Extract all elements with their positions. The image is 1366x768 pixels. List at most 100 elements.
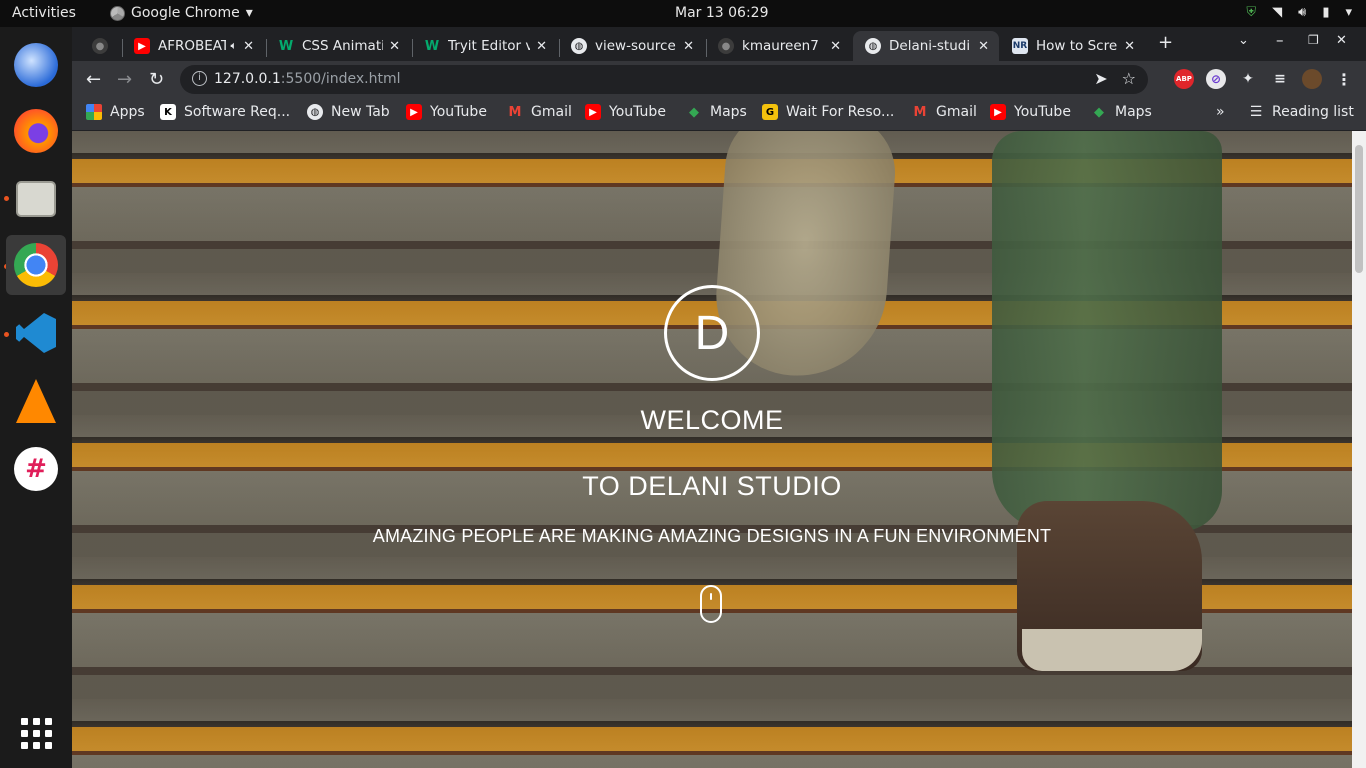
activities-button[interactable]: Activities (12, 5, 76, 21)
tab-github-pinned[interactable]: ● (80, 31, 122, 61)
bookmark-label: Gmail (936, 104, 977, 120)
system-tray[interactable]: ⛨ ◥ 🔊︎ ▮ ▾ (1246, 5, 1352, 20)
tab-label: CSS Animati (302, 38, 384, 54)
close-icon[interactable]: ✕ (243, 39, 254, 54)
address-bar[interactable]: i 127.0.0.1:5500/index.html ➤ ☆ (180, 65, 1148, 94)
dock-vscode[interactable] (6, 303, 66, 363)
bookmark-label: Maps (710, 104, 747, 120)
bookmark-gmail[interactable]: M Gmail (912, 104, 977, 120)
url-host: 127.0.0.1 (214, 71, 281, 87)
scrollbar-thumb[interactable] (1355, 145, 1363, 273)
globe-icon: ◍ (865, 38, 881, 54)
bookmark-apps[interactable]: Apps (86, 104, 145, 120)
dock: # (0, 27, 72, 768)
close-icon[interactable]: ✕ (536, 39, 547, 54)
shield-icon[interactable]: ⛨ (1246, 5, 1256, 20)
close-icon[interactable]: ✕ (1124, 39, 1135, 54)
wifi-icon[interactable]: ◥ (1272, 5, 1282, 20)
youtube-icon: ▶ (585, 104, 601, 120)
profile-avatar[interactable] (1302, 69, 1322, 89)
media-control-icon[interactable]: ≡ (1270, 69, 1290, 89)
tab-tryit-editor[interactable]: W Tryit Editor v ✕ (412, 31, 557, 61)
hero-welcome-heading: WELCOME (640, 405, 784, 435)
dock-firefox[interactable] (6, 101, 66, 161)
url-text[interactable]: 127.0.0.1:5500/index.html (214, 71, 401, 87)
battery-icon[interactable]: ▮ (1322, 5, 1329, 20)
dock-files[interactable] (6, 169, 66, 229)
maps-pin-icon: ◆ (1094, 104, 1104, 120)
tab-strip: ● ▶ AFROBEAT 🔈︎ ✕ W CSS Animati ✕ W Tryi… (72, 27, 1366, 61)
url-path: :5500/index.html (280, 71, 401, 87)
reading-list-button[interactable]: ☰ Reading list (1248, 104, 1354, 120)
reload-button[interactable]: ↻ (149, 69, 164, 90)
dock-vlc[interactable] (6, 371, 66, 431)
chevron-down-icon: ▾ (245, 5, 253, 21)
close-window-button[interactable]: ✕ (1336, 33, 1347, 48)
globe-icon: ◍ (571, 38, 587, 54)
minimize-button[interactable]: – (1276, 31, 1284, 49)
tab-how-to-screenshot[interactable]: NR How to Scre ✕ (1000, 31, 1145, 61)
bookmark-youtube[interactable]: ▶ YouTube (990, 104, 1071, 120)
chevron-down-icon[interactable]: ▾ (1345, 5, 1352, 20)
adblock-plus-icon[interactable]: ABP (1174, 69, 1194, 89)
bookmark-maps[interactable]: ◆ Maps (686, 104, 747, 120)
github-icon: ● (92, 38, 108, 54)
tab-afrobeat[interactable]: ▶ AFROBEAT 🔈︎ ✕ (122, 31, 264, 61)
extensions-puzzle-icon[interactable]: ✦ (1238, 69, 1258, 89)
menu-kebab-icon[interactable]: ⋮ (1334, 69, 1354, 89)
clock[interactable]: Mar 13 06:29 (675, 5, 768, 21)
bookmark-maps[interactable]: ◆ Maps (1091, 104, 1152, 120)
tab-label: Delani-studi (889, 38, 971, 54)
privacy-extension-icon[interactable]: ⊘ (1206, 69, 1226, 89)
bookmark-new-tab[interactable]: ◍ New Tab (307, 104, 390, 120)
volume-icon[interactable]: 🔊︎ (1298, 5, 1306, 20)
tab-github-kmaureen[interactable]: ● kmaureen7 ✕ (706, 31, 851, 61)
gmail-icon: M (508, 104, 522, 120)
chrome-icon (110, 5, 125, 21)
vlc-icon (16, 379, 56, 423)
tab-css-animations[interactable]: W CSS Animati ✕ (266, 31, 410, 61)
youtube-icon: ▶ (990, 104, 1006, 120)
send-icon[interactable]: ➤ (1094, 69, 1107, 88)
close-icon[interactable]: ✕ (389, 39, 400, 54)
bookmark-software-req[interactable]: K Software Req... (160, 104, 290, 120)
close-icon[interactable]: ✕ (978, 39, 989, 54)
app-menu[interactable]: Google Chrome ▾ (110, 5, 253, 21)
folder-icon (16, 181, 56, 217)
bookmark-youtube[interactable]: ▶ YouTube (406, 104, 487, 120)
apps-grid-icon (86, 104, 102, 120)
audio-playing-icon[interactable]: 🔈︎ (230, 39, 237, 53)
tab-search-button[interactable]: ⌄ (1238, 33, 1249, 48)
info-icon[interactable]: i (192, 71, 207, 86)
forward-button[interactable]: → (117, 69, 132, 90)
tab-label: Tryit Editor v (448, 38, 531, 54)
close-icon[interactable]: ✕ (830, 39, 841, 54)
back-button[interactable]: ← (86, 69, 101, 90)
scroll-mouse-icon[interactable] (700, 585, 722, 623)
dock-thunderbird[interactable] (6, 35, 66, 95)
system-top-bar: Activities Google Chrome ▾ Mar 13 06:29 … (0, 0, 1366, 27)
tab-delani-studio[interactable]: ◍ Delani-studi ✕ (853, 31, 999, 61)
tab-view-source[interactable]: ◍ view-source ✕ (559, 31, 704, 61)
dock-chrome[interactable] (6, 235, 66, 295)
grid-icon (20, 717, 52, 749)
bookmark-gmail[interactable]: M Gmail (507, 104, 572, 120)
dock-slack[interactable]: # (6, 439, 66, 499)
new-tab-button[interactable]: + (1158, 32, 1173, 53)
bookmark-star-icon[interactable]: ☆ (1122, 69, 1136, 88)
bookmark-wait-for-reso[interactable]: G Wait For Reso... (762, 104, 894, 120)
bookmark-youtube[interactable]: ▶ YouTube (585, 104, 666, 120)
logo-letter: D (694, 306, 730, 360)
youtube-icon: ▶ (406, 104, 422, 120)
show-applications-button[interactable] (6, 703, 66, 763)
bookmark-label: Wait For Reso... (786, 104, 895, 120)
close-icon[interactable]: ✕ (683, 39, 694, 54)
tab-label: AFROBEAT (158, 38, 227, 54)
tab-label: view-source (595, 38, 676, 54)
page-scrollbar[interactable] (1352, 131, 1366, 768)
hero-tagline: AMAZING PEOPLE ARE MAKING AMAZING DESIGN… (372, 526, 1052, 546)
firefox-icon (14, 109, 58, 153)
maximize-button[interactable]: ❐ (1308, 33, 1319, 47)
logo-circle: D (664, 285, 760, 381)
bookmarks-overflow-button[interactable]: » (1216, 104, 1225, 120)
